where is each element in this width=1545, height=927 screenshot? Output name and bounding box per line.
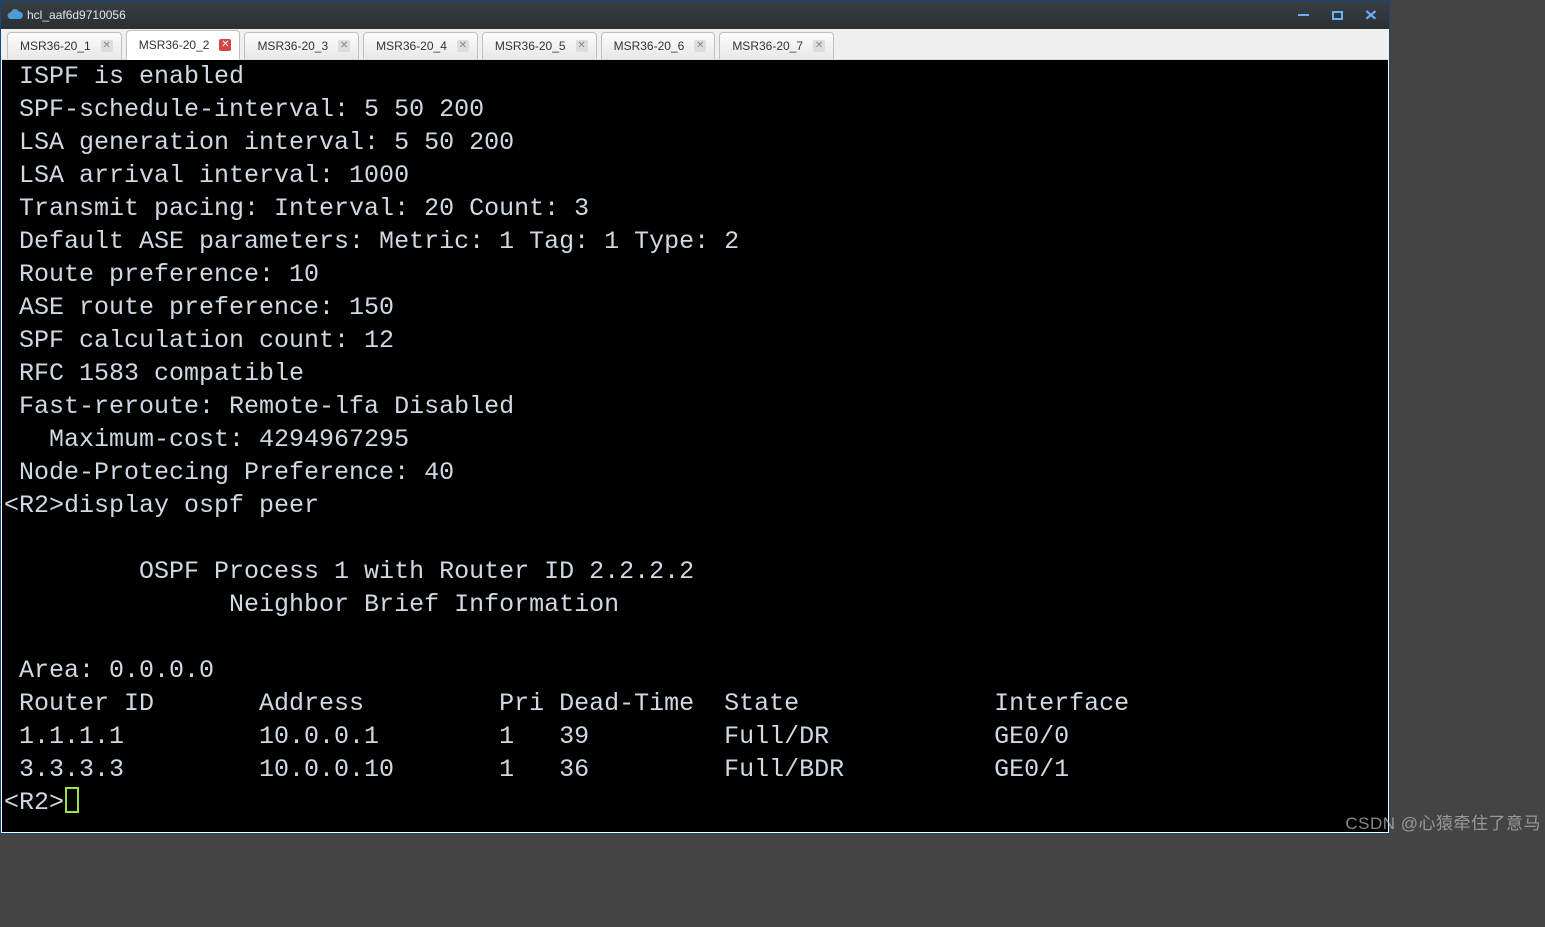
- tab-close-icon[interactable]: ✕: [101, 40, 113, 52]
- terminal-cursor: [65, 787, 79, 813]
- titlebar: hcl_aaf6d9710056 ✕: [1, 1, 1389, 29]
- window-title: hcl_aaf6d9710056: [27, 1, 126, 29]
- minimize-button[interactable]: [1287, 3, 1319, 27]
- tab-MSR36-20_5[interactable]: MSR36-20_5 ✕: [482, 32, 597, 59]
- tab-label: MSR36-20_3: [257, 39, 328, 53]
- close-icon: ✕: [1364, 8, 1378, 22]
- tab-close-icon[interactable]: ✕: [813, 40, 825, 52]
- close-button[interactable]: ✕: [1355, 3, 1387, 27]
- tab-label: MSR36-20_4: [376, 39, 447, 53]
- tab-MSR36-20_7[interactable]: MSR36-20_7 ✕: [719, 32, 834, 59]
- tab-label: MSR36-20_7: [732, 39, 803, 53]
- tab-bar: MSR36-20_1✕MSR36-20_2✕MSR36-20_3✕MSR36-2…: [1, 29, 1389, 60]
- tab-close-icon[interactable]: ✕: [457, 40, 469, 52]
- tab-MSR36-20_4[interactable]: MSR36-20_4 ✕: [363, 32, 478, 59]
- tab-close-icon[interactable]: ✕: [694, 40, 706, 52]
- tab-MSR36-20_2[interactable]: MSR36-20_2 ✕: [126, 30, 241, 60]
- window-controls: ✕: [1287, 1, 1389, 29]
- tab-close-icon[interactable]: ✕: [338, 40, 350, 52]
- tab-MSR36-20_6[interactable]: MSR36-20_6 ✕: [601, 32, 716, 59]
- tab-label: MSR36-20_2: [139, 38, 210, 52]
- terminal-output[interactable]: ISPF is enabled SPF-schedule-interval: 5…: [2, 60, 1388, 819]
- terminal-scroll-area[interactable]: ISPF is enabled SPF-schedule-interval: 5…: [2, 60, 1388, 832]
- tab-label: MSR36-20_1: [20, 39, 91, 53]
- maximize-button[interactable]: [1321, 3, 1353, 27]
- tab-MSR36-20_3[interactable]: MSR36-20_3 ✕: [244, 32, 359, 59]
- tab-MSR36-20_1[interactable]: MSR36-20_1 ✕: [7, 32, 122, 59]
- app-window: hcl_aaf6d9710056 ✕ MSR36-20_1✕MSR36-20_2…: [0, 0, 1390, 834]
- app-icon: [7, 7, 23, 23]
- maximize-icon: [1332, 11, 1343, 20]
- tab-close-icon[interactable]: ✕: [219, 39, 231, 51]
- tab-label: MSR36-20_5: [495, 39, 566, 53]
- minimize-icon: [1298, 14, 1309, 16]
- tab-close-icon[interactable]: ✕: [576, 40, 588, 52]
- tab-label: MSR36-20_6: [614, 39, 685, 53]
